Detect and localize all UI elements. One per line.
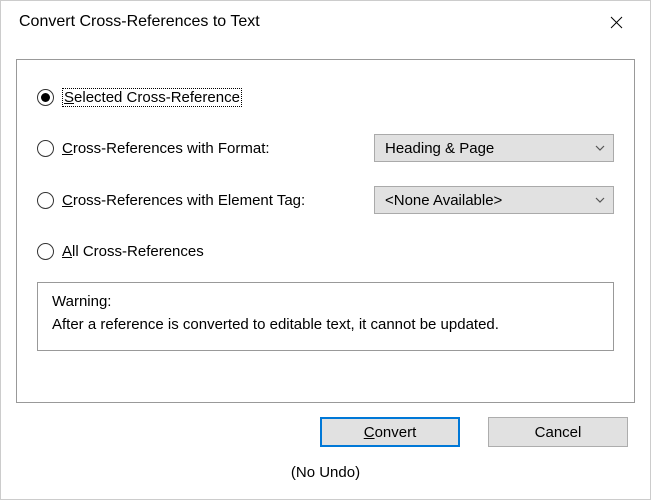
convert-button[interactable]: Convert — [320, 417, 460, 447]
radio-icon — [37, 140, 54, 157]
radio-icon — [37, 89, 54, 106]
option-with-element-tag[interactable]: Cross-References with Element Tag: — [37, 192, 305, 209]
convert-button-label: Convert — [364, 424, 417, 441]
option-with-element-tag-label: Cross-References with Element Tag: — [62, 192, 305, 209]
option-selected-label: Selected Cross-Reference — [62, 88, 242, 107]
cancel-button[interactable]: Cancel — [488, 417, 628, 447]
no-undo-label: (No Undo) — [1, 464, 650, 481]
warning-box: Warning: After a reference is converted … — [37, 282, 614, 351]
option-with-format[interactable]: Cross-References with Format: — [37, 140, 270, 157]
option-with-format-label: Cross-References with Format: — [62, 140, 270, 157]
format-select-value: Heading & Page — [385, 140, 494, 157]
dialog-title: Convert Cross-References to Text — [19, 13, 260, 31]
option-with-element-tag-row: Cross-References with Element Tag: <None… — [37, 186, 614, 214]
element-tag-select-value: <None Available> — [385, 192, 502, 209]
content-frame: Selected Cross-Reference Cross-Reference… — [16, 59, 635, 403]
chevron-down-icon — [595, 145, 605, 151]
titlebar: Convert Cross-References to Text — [1, 1, 650, 43]
warning-text: After a reference is converted to editab… — [52, 314, 599, 336]
option-selected-crossref[interactable]: Selected Cross-Reference — [37, 84, 614, 110]
element-tag-select[interactable]: <None Available> — [374, 186, 614, 214]
warning-label: Warning: — [52, 293, 599, 310]
close-icon — [610, 16, 623, 29]
option-all-crossrefs[interactable]: All Cross-References — [37, 238, 614, 264]
option-all-label: All Cross-References — [62, 243, 204, 260]
close-button[interactable] — [596, 7, 636, 37]
chevron-down-icon — [595, 197, 605, 203]
dialog-window: Convert Cross-References to Text Selecte… — [0, 0, 651, 500]
cancel-button-label: Cancel — [535, 424, 582, 441]
button-row: Convert Cancel — [320, 417, 628, 447]
option-with-format-row: Cross-References with Format: Heading & … — [37, 134, 614, 162]
radio-icon — [37, 243, 54, 260]
format-select[interactable]: Heading & Page — [374, 134, 614, 162]
radio-icon — [37, 192, 54, 209]
